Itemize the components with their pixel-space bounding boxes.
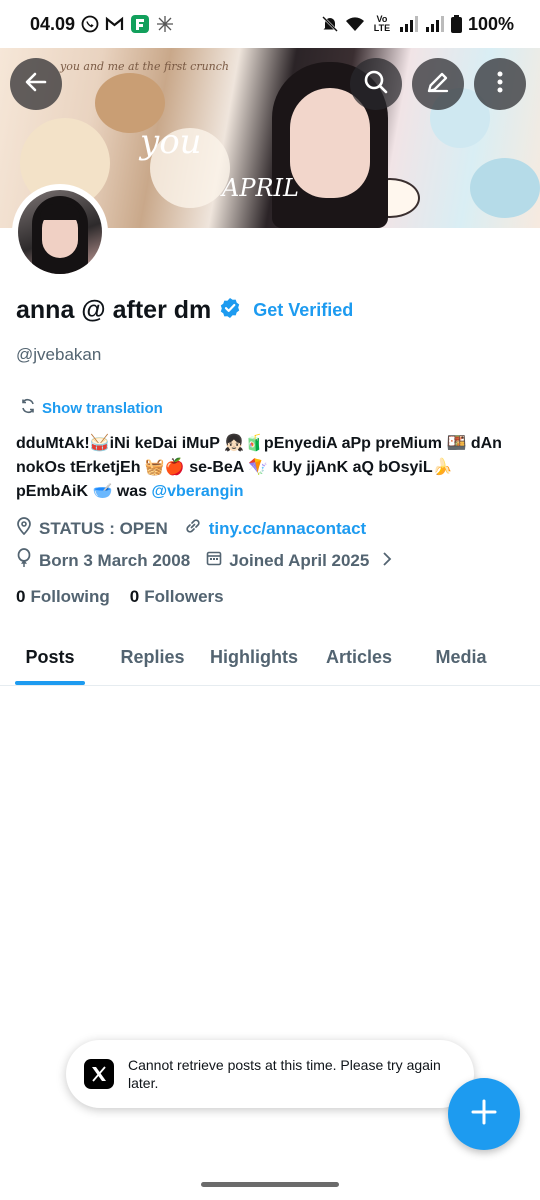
calendar-icon — [206, 550, 222, 571]
profile-tabs: Posts Replies Highlights Articles Media — [0, 630, 540, 686]
birthday-text: Born 3 March 2008 — [39, 550, 191, 570]
profile-meta-row-1: STATUS : OPEN tiny.cc/annacontact — [16, 517, 366, 540]
tab-highlights[interactable]: Highlights — [208, 630, 300, 685]
location-text: STATUS : OPEN — [39, 518, 168, 538]
x-logo-icon — [84, 1059, 114, 1089]
tab-articles[interactable]: Articles — [320, 630, 398, 685]
banner-text-you: you — [140, 122, 202, 162]
website-item[interactable]: tiny.cc/annacontact — [184, 517, 366, 540]
following-count: 0 — [16, 587, 26, 606]
display-name: anna @ after dm — [16, 296, 212, 324]
show-translation-label: Show translation — [42, 399, 163, 417]
bio-text: dduMtAk!🥁iNi keDai iMuP 👧🏻🧃pEnyediA aPp … — [16, 435, 502, 500]
tab-posts[interactable]: Posts — [15, 630, 85, 685]
whatsapp-icon — [81, 15, 99, 33]
home-indicator[interactable] — [201, 1182, 339, 1187]
show-translation-button[interactable]: Show translation — [20, 398, 163, 418]
edit-button[interactable] — [412, 58, 464, 110]
profile-handle: @jvebakan — [16, 345, 102, 364]
website-link[interactable]: tiny.cc/annacontact — [209, 519, 366, 539]
banner-decoration — [470, 158, 540, 218]
tab-replies-label: Replies — [120, 647, 185, 667]
balloon-icon — [16, 548, 32, 573]
search-button[interactable] — [350, 58, 402, 110]
joined-item[interactable]: Joined April 2025 — [206, 550, 392, 571]
gmail-icon — [105, 16, 124, 32]
back-button[interactable] — [10, 58, 62, 110]
error-toast: Cannot retrieve posts at this time. Plea… — [66, 1040, 474, 1108]
location-pin-icon — [16, 517, 32, 540]
joined-text: Joined April 2025 — [229, 550, 370, 570]
bio-mention-link[interactable]: @vberangin — [152, 483, 244, 500]
status-bar: 04.09 Vo LTE 100% — [0, 0, 540, 48]
link-icon — [184, 517, 202, 540]
banner-text-april: APRIL — [222, 174, 299, 202]
tab-posts-label: Posts — [25, 647, 75, 667]
translate-icon — [20, 398, 36, 418]
profile-name-row: anna @ after dm Get Verified — [16, 296, 353, 325]
volte-indicator: Vo LTE — [373, 14, 391, 33]
following-link[interactable]: 0 Following — [16, 587, 110, 607]
profile-bio: dduMtAk!🥁iNi keDai iMuP 👧🏻🧃pEnyediA aPp … — [16, 432, 526, 504]
get-verified-link[interactable]: Get Verified — [253, 300, 353, 321]
chevron-right-icon — [382, 551, 392, 571]
payment-app-icon — [130, 14, 150, 34]
followers-count: 0 — [129, 587, 140, 606]
mute-bell-icon — [321, 15, 339, 33]
profile-meta-row-2: Born 3 March 2008 Joined April 2025 — [16, 548, 392, 573]
tab-articles-label: Articles — [325, 647, 393, 667]
tab-highlights-label: Highlights — [210, 647, 298, 667]
followers-link[interactable]: 0 Followers — [130, 587, 224, 607]
edit-pencil-icon — [425, 69, 451, 100]
sparkle-notification-icon — [156, 15, 174, 33]
location-item: STATUS : OPEN — [16, 517, 168, 540]
wifi-icon — [345, 16, 365, 32]
following-label: Following — [30, 587, 110, 606]
search-icon — [363, 69, 389, 100]
compose-button[interactable] — [448, 1078, 520, 1150]
battery-percent: 100% — [467, 13, 514, 34]
battery-icon — [450, 15, 462, 33]
verified-badge-icon — [219, 297, 241, 324]
banner-caption: you and me at the first crunch — [60, 60, 230, 73]
more-options-button[interactable] — [474, 58, 526, 110]
more-vertical-icon — [487, 69, 513, 100]
back-arrow-icon — [23, 69, 49, 100]
signal-icon — [399, 16, 419, 32]
plus-icon — [470, 1098, 498, 1131]
tab-replies[interactable]: Replies — [115, 630, 190, 685]
avatar-image — [18, 190, 102, 274]
avatar[interactable] — [12, 184, 108, 280]
signal-icon-2 — [425, 16, 445, 32]
banner-portrait-face — [290, 88, 370, 198]
tab-media[interactable]: Media — [426, 630, 496, 685]
status-time: 04.09 — [30, 13, 76, 34]
tab-media-label: Media — [435, 647, 487, 667]
birthday-item: Born 3 March 2008 — [16, 548, 190, 573]
follow-counts: 0 Following 0 Followers — [16, 587, 224, 607]
followers-label: Followers — [144, 587, 224, 606]
toast-message: Cannot retrieve posts at this time. Plea… — [128, 1057, 441, 1091]
